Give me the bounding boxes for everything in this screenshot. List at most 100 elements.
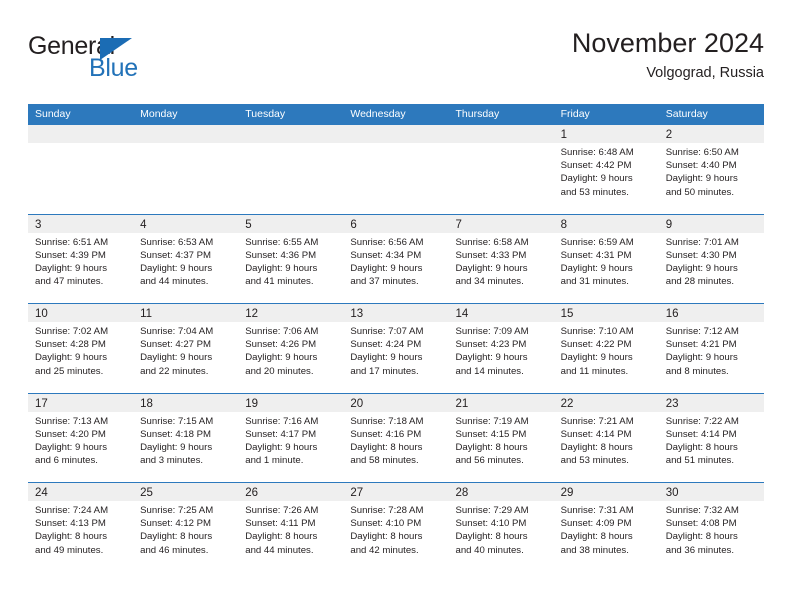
day-number: 21 xyxy=(455,397,469,410)
daylight-text-line2: and 46 minutes. xyxy=(140,544,209,556)
daylight-text-line2: and 49 minutes. xyxy=(35,544,104,556)
sunrise-text: Sunrise: 7:21 AM xyxy=(560,415,634,427)
weekday-header-monday: Monday xyxy=(140,108,178,120)
day-info: Sunrise: 7:21 AM Sunset: 4:14 PM Daylight:… xyxy=(554,412,659,468)
daylight-text-line2: and 25 minutes. xyxy=(35,365,104,377)
page-subtitle: Volgograd, Russia xyxy=(646,65,764,81)
day-number-band xyxy=(343,125,449,143)
day-number: 18 xyxy=(140,397,153,410)
weekday-header-thursday: Thursday xyxy=(455,108,500,120)
daylight-text-line1: Daylight: 9 hours xyxy=(35,352,107,364)
sunrise-text: Sunrise: 7:25 AM xyxy=(140,505,214,516)
daylight-text-line1: Daylight: 9 hours xyxy=(140,262,213,274)
daylight-text-line2: and 17 minutes. xyxy=(350,365,419,377)
sunset-text: Sunset: 4:17 PM xyxy=(245,428,317,440)
day-cell[interactable]: 17 Sunrise: 7:13 AM Sunset: 4:20 PM Dayligh… xyxy=(28,392,134,482)
day-cell[interactable]: 28 Sunrise: 7:29 AM Sunset: 4:10 PM Dayligh… xyxy=(448,482,554,572)
day-cell[interactable]: 12 Sunrise: 7:06 AM Sunset: 4:26 PM Dayligh… xyxy=(238,303,344,393)
daylight-text-line1: Daylight: 9 hours xyxy=(35,262,107,274)
day-number-band: 15 xyxy=(553,304,659,322)
daylight-text-line1: Daylight: 8 hours xyxy=(140,531,213,543)
day-cell[interactable]: 4 Sunrise: 6:53 AM Sunset: 4:37 PM Daylight… xyxy=(133,213,239,303)
day-cell[interactable]: 24 Sunrise: 7:24 AM Sunset: 4:13 PM Dayligh… xyxy=(28,482,134,572)
sunset-text: Sunset: 4:14 PM xyxy=(665,428,737,440)
day-info: Sunrise: 6:51 AM Sunset: 4:39 PM Daylight:… xyxy=(28,233,133,289)
day-cell[interactable]: 6 Sunrise: 6:56 AM Sunset: 4:34 PM Daylight… xyxy=(343,213,449,303)
sunset-text: Sunset: 4:40 PM xyxy=(665,160,737,172)
day-info: Sunrise: 7:19 AM Sunset: 4:15 PM Daylight:… xyxy=(449,412,554,468)
day-number: 28 xyxy=(455,487,469,499)
sunrise-text: Sunrise: 6:56 AM xyxy=(350,236,424,248)
day-cell[interactable]: 19 Sunrise: 7:16 AM Sunset: 4:17 PM Dayligh… xyxy=(238,392,344,482)
sunset-text: Sunset: 4:42 PM xyxy=(560,160,632,172)
title-block: November 2024 Volgograd, Russia xyxy=(572,26,764,84)
daylight-text-line2: and 47 minutes. xyxy=(35,276,104,288)
day-info: Sunrise: 6:53 AM Sunset: 4:37 PM Daylight:… xyxy=(133,233,238,289)
day-cell[interactable]: 22 Sunrise: 7:21 AM Sunset: 4:14 PM Dayligh… xyxy=(553,392,659,482)
day-cell[interactable]: 8 Sunrise: 6:59 AM Sunset: 4:31 PM Daylight… xyxy=(553,213,659,303)
day-info: Sunrise: 7:29 AM Sunset: 4:10 PM Daylight:… xyxy=(449,501,554,557)
day-info: Sunrise: 7:04 AM Sunset: 4:27 PM Daylight:… xyxy=(133,322,238,378)
day-cell[interactable]: 21 Sunrise: 7:19 AM Sunset: 4:15 PM Dayligh… xyxy=(448,392,554,482)
day-number-band: 17 xyxy=(28,393,134,412)
daylight-text-line1: Daylight: 9 hours xyxy=(665,262,738,274)
day-number-band xyxy=(28,125,134,143)
day-cell[interactable]: 3 Sunrise: 6:51 AM Sunset: 4:39 PM Daylight… xyxy=(28,213,134,303)
day-cell-empty xyxy=(448,124,554,214)
day-number: 5 xyxy=(245,218,252,231)
day-number-band: 23 xyxy=(658,393,764,412)
sunrise-text: Sunrise: 7:28 AM xyxy=(350,505,424,516)
day-cell[interactable]: 23 Sunrise: 7:22 AM Sunset: 4:14 PM Dayligh… xyxy=(658,392,764,482)
day-cell[interactable]: 5 Sunrise: 6:55 AM Sunset: 4:36 PM Daylight… xyxy=(238,213,344,303)
calendar-grid: Sunday Monday Tuesday Wednesday Thursday… xyxy=(28,104,764,572)
day-cell[interactable]: 7 Sunrise: 6:58 AM Sunset: 4:33 PM Daylight… xyxy=(448,213,554,303)
day-cell[interactable]: 9 Sunrise: 7:01 AM Sunset: 4:30 PM Daylight… xyxy=(658,213,764,303)
day-info: Sunrise: 7:32 AM Sunset: 4:08 PM Daylight:… xyxy=(659,501,764,557)
daylight-text-line1: Daylight: 9 hours xyxy=(350,262,423,274)
day-number: 19 xyxy=(245,397,259,410)
daylight-text-line2: and 36 minutes. xyxy=(665,544,735,556)
day-info: Sunrise: 7:02 AM Sunset: 4:28 PM Daylight:… xyxy=(28,322,133,378)
general-blue-logo[interactable]: General Blue xyxy=(28,32,188,88)
daylight-text-line1: Daylight: 8 hours xyxy=(455,441,528,453)
day-info: Sunrise: 7:09 AM Sunset: 4:23 PM Daylight:… xyxy=(449,322,554,378)
daylight-text-line1: Daylight: 9 hours xyxy=(455,352,528,364)
sunrise-text: Sunrise: 7:19 AM xyxy=(455,415,529,427)
day-cell[interactable]: 14 Sunrise: 7:09 AM Sunset: 4:23 PM Dayligh… xyxy=(448,303,554,393)
weekday-header-wednesday: Wednesday xyxy=(350,108,406,120)
day-number-band: 1 xyxy=(553,125,659,143)
day-cell[interactable]: 15 Sunrise: 7:10 AM Sunset: 4:22 PM Dayligh… xyxy=(553,303,659,393)
day-cell[interactable]: 25 Sunrise: 7:25 AM Sunset: 4:12 PM Dayligh… xyxy=(133,482,239,572)
daylight-text-line2: and 41 minutes. xyxy=(245,276,314,288)
day-cell[interactable]: 13 Sunrise: 7:07 AM Sunset: 4:24 PM Dayligh… xyxy=(343,303,449,393)
day-cell[interactable]: 27 Sunrise: 7:28 AM Sunset: 4:10 PM Dayligh… xyxy=(343,482,449,572)
day-cell[interactable]: 1 Sunrise: 6:48 AM Sunset: 4:42 PM Daylight… xyxy=(553,124,659,214)
day-cell[interactable]: 18 Sunrise: 7:15 AM Sunset: 4:18 PM Dayligh… xyxy=(133,392,239,482)
daylight-text-line2: and 8 minutes. xyxy=(665,365,729,377)
day-info: Sunrise: 7:31 AM Sunset: 4:09 PM Daylight:… xyxy=(554,501,659,557)
day-info: Sunrise: 7:18 AM Sunset: 4:16 PM Daylight:… xyxy=(343,412,448,468)
day-number-band: 29 xyxy=(553,483,659,501)
sunset-text: Sunset: 4:09 PM xyxy=(560,518,632,530)
day-info: Sunrise: 7:25 AM Sunset: 4:12 PM Daylight:… xyxy=(133,501,238,557)
day-cell[interactable]: 30 Sunrise: 7:32 AM Sunset: 4:08 PM Dayligh… xyxy=(658,482,764,572)
sunset-text: Sunset: 4:31 PM xyxy=(560,249,632,261)
day-cell[interactable]: 11 Sunrise: 7:04 AM Sunset: 4:27 PM Dayligh… xyxy=(133,303,239,393)
daylight-text-line1: Daylight: 8 hours xyxy=(245,531,318,543)
weekday-header-friday: Friday xyxy=(560,108,590,120)
day-number: 2 xyxy=(665,129,673,141)
day-info: Sunrise: 6:58 AM Sunset: 4:33 PM Daylight:… xyxy=(449,233,554,289)
day-cell[interactable]: 16 Sunrise: 7:12 AM Sunset: 4:21 PM Dayligh… xyxy=(658,303,764,393)
daylight-text-line1: Daylight: 8 hours xyxy=(560,441,633,453)
day-cell[interactable]: 26 Sunrise: 7:26 AM Sunset: 4:11 PM Dayligh… xyxy=(238,482,344,572)
day-cell[interactable]: 10 Sunrise: 7:02 AM Sunset: 4:28 PM Dayligh… xyxy=(28,303,134,393)
sunrise-text: Sunrise: 7:06 AM xyxy=(245,326,319,337)
sunset-text: Sunset: 4:37 PM xyxy=(140,249,212,261)
day-cell[interactable]: 20 Sunrise: 7:18 AM Sunset: 4:16 PM Dayligh… xyxy=(343,392,449,482)
day-info: Sunrise: 7:24 AM Sunset: 4:13 PM Daylight:… xyxy=(28,501,133,557)
day-cell[interactable]: 2 Sunrise: 6:50 AM Sunset: 4:40 PM Daylight… xyxy=(658,124,764,214)
daylight-text-line2: and 53 minutes. xyxy=(560,455,629,467)
sunrise-text: Sunrise: 6:48 AM xyxy=(560,147,634,158)
day-cell[interactable]: 29 Sunrise: 7:31 AM Sunset: 4:09 PM Dayligh… xyxy=(553,482,659,572)
sunrise-text: Sunrise: 7:04 AM xyxy=(140,326,214,337)
